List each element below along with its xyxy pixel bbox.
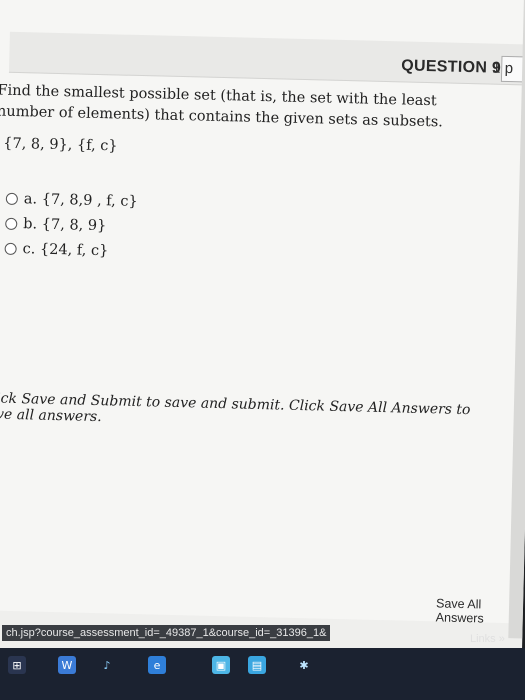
- links-toolbar[interactable]: Links »: [470, 633, 505, 645]
- chevron-right-icon[interactable]: »: [499, 633, 505, 645]
- photos-icon[interactable]: ▣: [212, 656, 230, 674]
- radio-button[interactable]: [4, 242, 17, 255]
- given-sets: {7, 8, 9}, {f, c}: [3, 135, 118, 155]
- screen: QUESTION 9 1 p Find the smallest possibl…: [0, 0, 525, 664]
- explorer-icon[interactable]: e: [148, 656, 166, 674]
- submit-instruction: Click Save and Submit to save and submit…: [0, 390, 471, 426]
- audio-icon[interactable]: ♪: [98, 656, 116, 674]
- radio-button[interactable]: [5, 192, 19, 205]
- choice-label: a. {7, 8,9 , f, c}: [23, 190, 138, 210]
- settings-icon[interactable]: ✱: [295, 656, 313, 674]
- radio-button[interactable]: [5, 217, 18, 230]
- question-points: 1 p: [492, 59, 514, 78]
- question-prompt: Find the smallest possible set (that is,…: [0, 82, 444, 131]
- choice-label: b. {7, 8, 9}: [23, 215, 107, 234]
- word-icon[interactable]: W: [58, 656, 76, 674]
- choice-b[interactable]: b. {7, 8, 9}: [5, 211, 137, 239]
- status-bar-url: ch.jsp?course_assessment_id=_49387_1&cou…: [2, 625, 331, 641]
- question-panel: QUESTION 9 1 p Find the smallest possibl…: [0, 0, 525, 626]
- choice-c[interactable]: c. {24, f, c}: [4, 236, 136, 264]
- windows-icon[interactable]: ⊞: [8, 656, 26, 674]
- answer-choices: a. {7, 8,9 , f, c} b. {7, 8, 9} c. {24, …: [4, 186, 138, 264]
- store-icon[interactable]: ▤: [248, 656, 266, 674]
- links-label[interactable]: Links: [470, 633, 496, 645]
- choice-a[interactable]: a. {7, 8,9 , f, c}: [5, 186, 138, 214]
- choice-label: c. {24, f, c}: [22, 240, 109, 259]
- question-title: QUESTION 9: [401, 57, 502, 77]
- save-all-answers-button[interactable]: Save All Answers: [436, 596, 485, 625]
